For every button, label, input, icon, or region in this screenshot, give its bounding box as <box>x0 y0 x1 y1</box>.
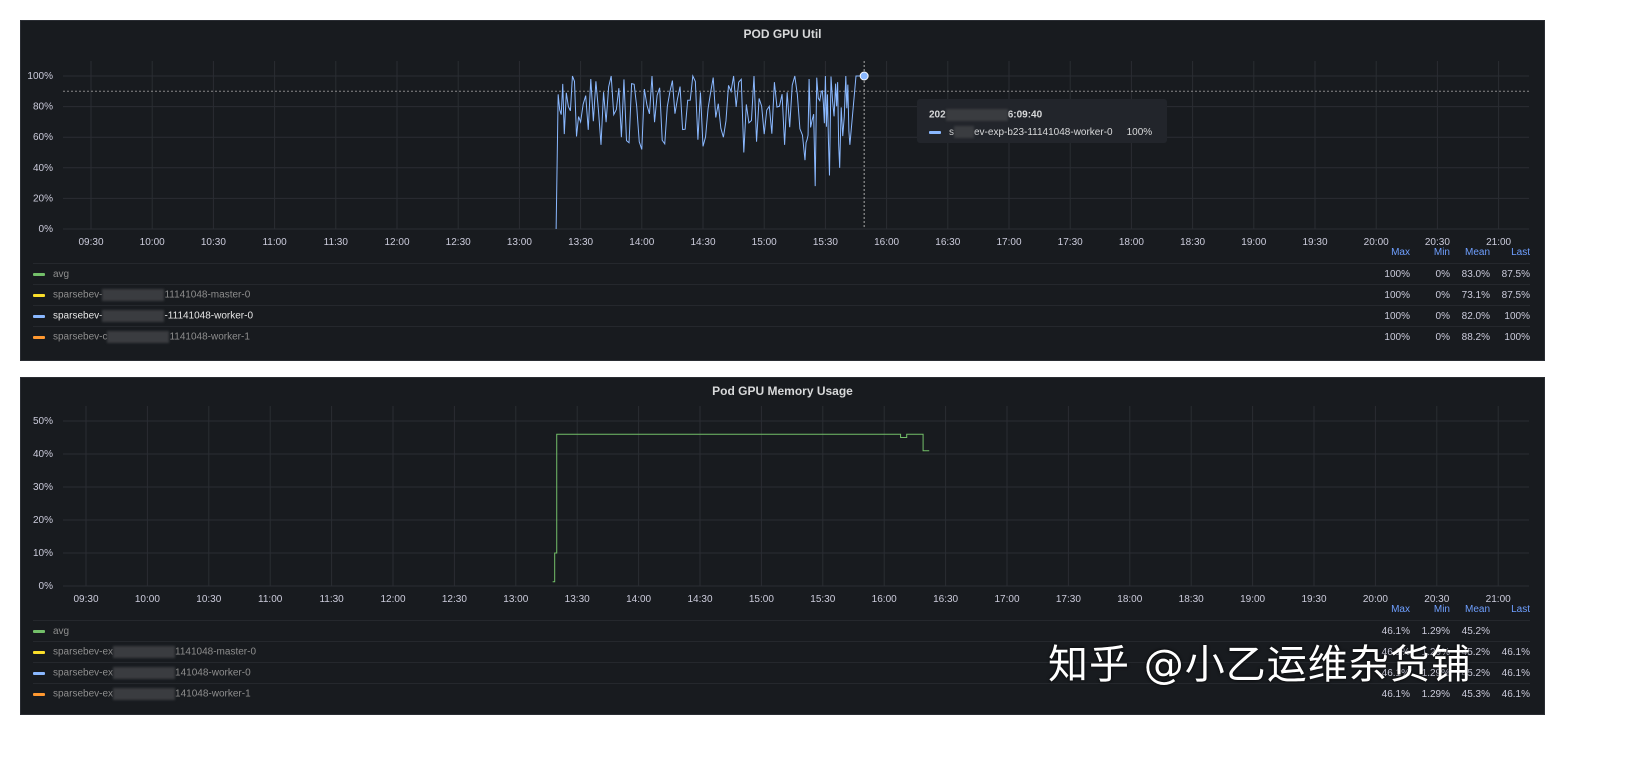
legend-last: 100% <box>1504 331 1530 343</box>
legend-min: 1.29% <box>1421 688 1450 700</box>
legend-header-last[interactable]: Last <box>1490 604 1530 620</box>
y-tick-label: 100% <box>27 71 53 82</box>
tooltip-time: 202 <box>929 109 946 121</box>
legend-label: sparsebev-ex 1141048-master-0 <box>53 646 256 658</box>
legend-header-mean[interactable]: Mean <box>1450 247 1490 263</box>
legend-max: 46.1% <box>1381 688 1410 700</box>
legend-header-min[interactable]: Min <box>1410 604 1450 620</box>
legend-max: 100% <box>1384 331 1410 343</box>
tooltip-time-suffix: 6:09:40 <box>1007 109 1043 121</box>
gpu-util-chart[interactable]: 0%20%40%60%80%100%09:30 10:00 10:30 11:00 11… <box>21 21 1544 261</box>
y-tick-label: 80% <box>33 102 53 113</box>
label-prefix: sparsebev- <box>53 289 103 301</box>
series-line-worker-0 <box>555 74 865 230</box>
legend-max: 100% <box>1384 268 1410 280</box>
legend-header: Max Min Mean Last <box>33 247 1530 263</box>
label-prefix: sparsebev-ex <box>53 646 114 658</box>
legend-label: avg <box>53 268 70 280</box>
series-line-avg <box>552 433 930 583</box>
y-tick-label: 30% <box>33 482 53 493</box>
label-suffix: 141048-worker-0 <box>175 667 251 679</box>
legend-mean: 88.2% <box>1461 331 1490 343</box>
legend-mean: 73.1% <box>1461 289 1490 301</box>
legend: Max Min Mean Last avg 100% 0% 83.0% 87.5% sparseb… <box>33 247 1530 347</box>
label-prefix: sparsebev-c <box>53 331 108 343</box>
legend-header-last[interactable]: Last <box>1490 247 1530 263</box>
legend-min: 0% <box>1435 289 1450 301</box>
label-suffix: 1141048-master-0 <box>175 646 257 658</box>
legend-mean: 83.0% <box>1461 268 1490 280</box>
tooltip-series-suffix: ev-exp-b23-11141048-worker-0 <box>974 126 1113 138</box>
legend-last: 46.1% <box>1501 667 1530 679</box>
label-prefix: sparsebev-ex <box>53 667 114 679</box>
legend-header: Max Min Mean Last <box>33 604 1530 620</box>
legend-item[interactable]: sparsebev-c 1141048-worker-1 100% 0% 88.2% 10… <box>33 326 1530 347</box>
legend-max: 100% <box>1384 310 1410 322</box>
legend-item[interactable]: avg 100% 0% 83.0% 87.5% <box>33 263 1530 284</box>
gpu-util-panel: POD GPU Util 0% 20% 40% 60% 80% 100% 09:30 10:0… <box>20 20 1545 361</box>
legend-header-max[interactable]: Max <box>1370 247 1410 263</box>
y-tick-label: 0% <box>39 581 54 592</box>
legend-label: sparsebev- 11141048-master-0 <box>53 289 250 301</box>
legend-mean: 45.3% <box>1461 688 1490 700</box>
hover-point <box>859 71 869 81</box>
watermark: 知乎 @小乙运维杂货铺 <box>1048 642 1472 688</box>
legend-min: 0% <box>1435 310 1450 322</box>
y-tick-label: 50% <box>33 416 53 427</box>
series-swatch <box>33 650 45 654</box>
legend-label: sparsebev-c 1141048-worker-1 <box>53 331 250 343</box>
y-tick-label: 10% <box>33 548 53 559</box>
legend-max: 100% <box>1384 289 1410 301</box>
legend-header-max[interactable]: Max <box>1370 604 1410 620</box>
legend-item[interactable]: sparsebev- -11141048-worker-0 100% 0% 82.0% 1… <box>33 305 1530 326</box>
tooltip-value: 100% <box>1126 126 1153 138</box>
label-suffix: -11141048-worker-0 <box>164 310 254 322</box>
label-suffix: 1141048-worker-1 <box>169 331 250 343</box>
y-tick-label: 20% <box>33 193 53 204</box>
legend-label: sparsebev-ex 141048-worker-1 <box>53 688 251 700</box>
legend-last: 46.1% <box>1501 688 1530 700</box>
legend-last: 87.5% <box>1501 268 1530 280</box>
legend-min: 0% <box>1435 268 1450 280</box>
label-prefix: sparsebev- <box>53 310 103 322</box>
series-swatch <box>33 293 45 297</box>
legend-label: avg <box>53 625 70 637</box>
series-swatch <box>33 314 45 318</box>
y-tick-label: 40% <box>33 163 53 174</box>
label-prefix: sparsebev-ex <box>53 688 114 700</box>
y-tick-label: 40% <box>33 449 53 460</box>
y-tick-label: 0% <box>39 224 54 235</box>
label-suffix: 11141048-master-0 <box>164 289 251 301</box>
series-swatch <box>33 671 45 675</box>
legend-label: sparsebev- -11141048-worker-0 <box>53 310 253 322</box>
series-swatch <box>929 130 941 134</box>
legend-header-mean[interactable]: Mean <box>1450 604 1490 620</box>
series-swatch <box>33 692 45 696</box>
label-suffix: 141048-worker-1 <box>175 688 251 700</box>
legend-last: 46.1% <box>1501 646 1530 658</box>
legend-last: 87.5% <box>1501 289 1530 301</box>
tooltip: 202 6:09:40 s ev-exp-b23-11141048-worker-0… <box>917 99 1167 143</box>
series-swatch <box>33 629 45 633</box>
legend-item[interactable]: sparsebev- 11141048-master-0 100% 0% 73.1% 87… <box>33 284 1530 305</box>
series-swatch <box>33 272 45 276</box>
series-swatch <box>33 335 45 339</box>
legend-last <box>1490 626 1530 637</box>
legend-last: 100% <box>1504 310 1530 322</box>
y-tick-label: 20% <box>33 515 53 526</box>
gpu-memory-chart[interactable]: 0%10%20%30%40%50%09:30 10:00 10:30 11:00 11:… <box>21 378 1544 618</box>
y-tick-label: 60% <box>33 132 53 143</box>
legend-mean: 82.0% <box>1461 310 1490 322</box>
legend-label: sparsebev-ex 141048-worker-0 <box>53 667 251 679</box>
legend-min: 0% <box>1435 331 1450 343</box>
legend-header-min[interactable]: Min <box>1410 247 1450 263</box>
